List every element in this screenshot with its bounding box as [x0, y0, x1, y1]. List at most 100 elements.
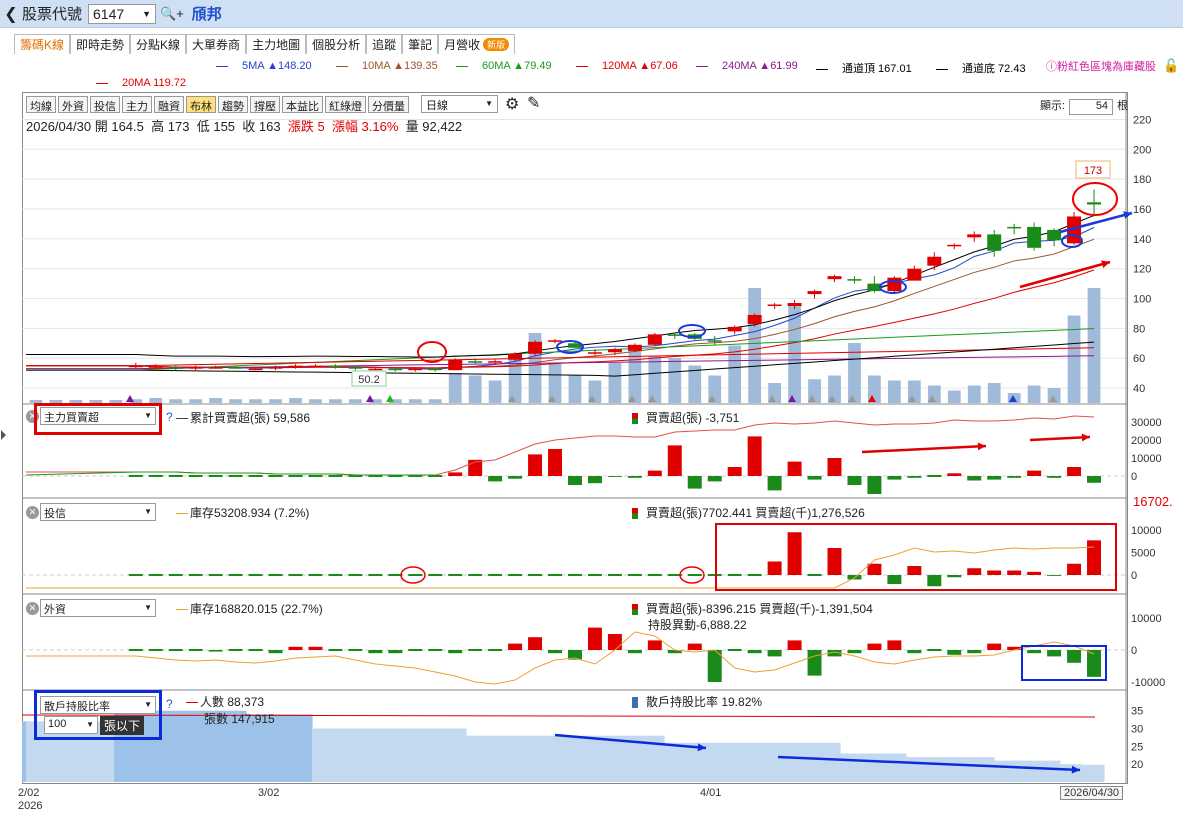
flow-bar: [967, 650, 982, 654]
y-tick-label: 0: [1131, 570, 1137, 582]
toolbar-button[interactable]: 紅綠燈: [325, 96, 366, 113]
flow-bar: [248, 649, 263, 651]
flow-bar: [727, 574, 742, 576]
flow-bar: [587, 627, 602, 650]
flow-bar: [867, 643, 882, 650]
panel2-overflow-value: 16702.: [1133, 494, 1173, 509]
candle-body: [587, 352, 602, 354]
close-icon[interactable]: ✕: [26, 506, 39, 519]
flow-bar: [707, 574, 722, 576]
gear-icon[interactable]: ⚙: [505, 94, 519, 114]
volume-bar: [967, 385, 981, 403]
flow-bar: [1047, 575, 1062, 576]
y-tick-label: 60: [1133, 353, 1145, 365]
retail-ratio-area: [664, 742, 687, 782]
panel2-select[interactable]: 投信 ▼: [40, 503, 156, 521]
toolbar-button[interactable]: 分價量: [368, 96, 409, 113]
y-tick-label: 35: [1131, 706, 1143, 718]
volume-bar: [648, 355, 662, 403]
candle-body: [528, 341, 543, 354]
flow-bar: [1027, 650, 1042, 654]
volume-bar: [289, 398, 302, 403]
flow-bar: [747, 650, 762, 654]
flow-bar: [867, 476, 882, 494]
flow-bar: [627, 476, 642, 478]
retail-ratio-area: [356, 728, 379, 782]
annotation-circle: [417, 341, 447, 363]
y-tick-label: 10000: [1131, 525, 1162, 537]
panel4-bar-label: 散戶持股比率 19.82%: [632, 693, 762, 710]
volume-bar: [408, 399, 422, 403]
flow-bar: [168, 649, 183, 651]
retail-ratio-area: [554, 735, 577, 782]
volume-bar: [947, 390, 961, 403]
flow-bar: [308, 475, 323, 477]
annotation-box: [715, 523, 1117, 591]
x-tick: 2/02: [18, 787, 40, 799]
pen-icon[interactable]: ✎: [527, 93, 540, 113]
toolbar-button[interactable]: 趨勢: [218, 96, 248, 113]
toolbar-button[interactable]: 主力: [122, 96, 152, 113]
flow-bar: [807, 476, 822, 480]
flow-bar: [328, 475, 343, 477]
y-tick-label: 100: [1133, 294, 1151, 306]
toolbar-button[interactable]: 外資: [58, 96, 88, 113]
y-tick-label: 0: [1131, 645, 1137, 657]
flow-bar: [548, 574, 563, 576]
flow-bar: [128, 475, 143, 477]
volume-bar: [448, 373, 462, 403]
flow-bar: [1087, 650, 1102, 677]
flow-bar: [847, 476, 862, 485]
annotation-arrow: [1029, 435, 1091, 442]
candle-body: [208, 367, 223, 369]
toolbar-button[interactable]: 融資: [154, 96, 184, 113]
close-icon[interactable]: ✕: [26, 602, 39, 615]
toolbar-button[interactable]: 布林: [186, 96, 216, 113]
toolbar-button[interactable]: 均線: [26, 96, 56, 113]
flow-bar: [947, 650, 962, 655]
candle-body: [488, 361, 503, 363]
flow-bar: [867, 563, 882, 575]
flow-bar: [228, 649, 243, 651]
y-tick-label: 160: [1133, 204, 1151, 216]
candle-body: [1027, 226, 1042, 248]
flow-bar: [148, 475, 163, 477]
flow-bar: [348, 574, 363, 576]
panel3-bar2-label: 持股異動-6,888.22: [648, 618, 747, 632]
volume-bar: [169, 399, 183, 403]
retail-ratio-area: [818, 742, 841, 782]
display-count-input[interactable]: 54: [1069, 99, 1114, 115]
retail-ratio-area: [1060, 764, 1083, 782]
y-tick-label: 30: [1131, 724, 1143, 736]
candle-body: [707, 340, 722, 342]
flow-bar: [827, 548, 842, 575]
y-tick-label: 20000: [1131, 435, 1162, 447]
candle-body: [667, 334, 682, 336]
help-icon[interactable]: ?: [166, 697, 173, 711]
flow-bar: [747, 436, 762, 476]
retail-ratio-area: [334, 728, 357, 782]
volume-bar: [987, 383, 1001, 403]
volume-bar: [568, 375, 582, 403]
toolbar-button[interactable]: 本益比: [282, 96, 323, 113]
panel3-select[interactable]: 外資 ▼: [40, 599, 156, 617]
flow-bar: [168, 475, 183, 477]
retail-ratio-area: [1082, 764, 1105, 782]
flow-bar: [847, 575, 862, 580]
candle-body: [288, 365, 303, 368]
flow-bar: [647, 470, 662, 476]
flow-bar: [268, 650, 283, 654]
panel2-line-label: 庫存53208.934 (7.2%): [176, 504, 309, 521]
flow-bar: [1047, 476, 1062, 478]
help-icon[interactable]: ?: [166, 410, 173, 424]
flow-bar: [807, 650, 822, 676]
flow-bar: [468, 649, 483, 651]
candle-body: [1047, 229, 1062, 241]
retail-ratio-area: [928, 757, 951, 782]
period-select[interactable]: 日線 ▼: [421, 95, 498, 113]
flow-bar: [288, 475, 303, 477]
flow-bar: [987, 643, 1002, 650]
toolbar-button[interactable]: 撐壓: [250, 96, 280, 113]
toolbar-button[interactable]: 投信: [90, 96, 120, 113]
y-tick-label: 30000: [1131, 417, 1162, 429]
